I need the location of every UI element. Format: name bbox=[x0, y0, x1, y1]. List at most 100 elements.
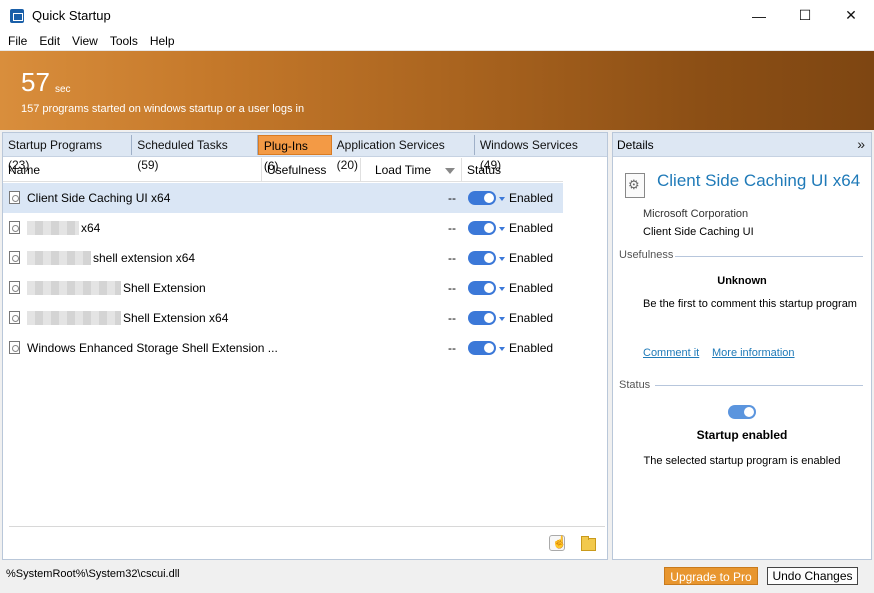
row-load-time: -- bbox=[448, 251, 456, 265]
row-status: Enabled bbox=[509, 221, 554, 235]
redacted-text bbox=[27, 251, 91, 265]
toggle-dropdown-icon[interactable] bbox=[499, 227, 505, 231]
redacted-text bbox=[27, 221, 79, 235]
tab-application-services[interactable]: Application Services (20) bbox=[332, 134, 475, 172]
usefulness-hint: Be the first to comment this startup pro… bbox=[643, 298, 857, 310]
section-divider bbox=[655, 385, 863, 386]
table-header: Name Usefulness Load Time Status bbox=[3, 158, 563, 182]
menu-edit[interactable]: Edit bbox=[33, 34, 66, 48]
toggle-dropdown-icon[interactable] bbox=[499, 317, 505, 321]
section-divider bbox=[675, 256, 863, 257]
window-title: Quick Startup bbox=[32, 8, 111, 23]
startup-seconds-unit: sec bbox=[55, 84, 71, 95]
table-row[interactable]: shell extension x64 -- Enabled bbox=[3, 243, 563, 273]
panel-divider bbox=[9, 526, 605, 527]
column-header-usefulness[interactable]: Usefulness bbox=[262, 158, 361, 182]
row-name-wrapper: shell extension x64 bbox=[27, 251, 195, 265]
sort-descending-icon bbox=[445, 168, 455, 174]
toggle-dropdown-icon[interactable] bbox=[499, 197, 505, 201]
table-row[interactable]: Shell Extension x64 -- Enabled bbox=[3, 303, 563, 333]
maximize-button[interactable]: ☐ bbox=[782, 0, 828, 31]
detail-program-name: Client Side Caching UI x64 bbox=[657, 171, 861, 190]
category-tabs: Startup Programs (23) Scheduled Tasks (5… bbox=[3, 133, 607, 173]
plugin-file-icon bbox=[9, 311, 20, 324]
redacted-text bbox=[27, 311, 121, 325]
details-panel: Details » Client Side Caching UI x64 Mic… bbox=[612, 132, 872, 560]
enable-toggle[interactable] bbox=[468, 251, 496, 265]
programs-panel: Startup Programs (23) Scheduled Tasks (5… bbox=[2, 132, 608, 560]
enable-toggle[interactable] bbox=[468, 221, 496, 235]
toggle-dropdown-icon[interactable] bbox=[499, 257, 505, 261]
row-name: Shell Extension x64 bbox=[123, 311, 229, 325]
banner-description: 157 programs started on windows startup … bbox=[21, 103, 305, 115]
plugin-list: Client Side Caching UI x64 -- Enabled x6… bbox=[3, 183, 563, 363]
row-status: Enabled bbox=[509, 341, 554, 355]
detail-description: Client Side Caching UI bbox=[643, 226, 754, 238]
tab-scheduled-tasks[interactable]: Scheduled Tasks (59) bbox=[132, 134, 258, 172]
tab-startup-programs[interactable]: Startup Programs (23) bbox=[3, 134, 133, 172]
plugin-file-icon bbox=[9, 281, 20, 294]
plugin-file-icon bbox=[9, 221, 20, 234]
row-name: Client Side Caching UI x64 bbox=[27, 191, 171, 205]
menu-help[interactable]: Help bbox=[144, 34, 181, 48]
row-load-time: -- bbox=[448, 341, 456, 355]
row-name: Windows Enhanced Storage Shell Extension… bbox=[27, 341, 278, 355]
startup-toggle[interactable] bbox=[728, 405, 756, 419]
row-load-time: -- bbox=[448, 191, 456, 205]
usefulness-value: Unknown bbox=[717, 275, 767, 287]
startup-seconds: 57 bbox=[21, 67, 50, 97]
row-name-wrapper: x64 bbox=[27, 221, 100, 235]
app-icon bbox=[10, 8, 24, 23]
usefulness-section-label: Usefulness bbox=[619, 249, 674, 261]
enable-toggle[interactable] bbox=[468, 281, 496, 295]
row-status: Enabled bbox=[509, 191, 554, 205]
plugin-settings-icon bbox=[625, 173, 645, 198]
plugin-file-icon bbox=[9, 251, 20, 264]
row-status: Enabled bbox=[509, 251, 554, 265]
table-row[interactable]: x64 -- Enabled bbox=[3, 213, 563, 243]
folder-icon[interactable] bbox=[580, 535, 596, 551]
enable-toggle[interactable] bbox=[468, 341, 496, 355]
toggle-dropdown-icon[interactable] bbox=[499, 287, 505, 291]
column-header-load-time-label: Load Time bbox=[374, 163, 431, 177]
menu-file[interactable]: File bbox=[2, 34, 33, 48]
menu-tools[interactable]: Tools bbox=[104, 34, 144, 48]
startup-time-banner: 57 sec 157 programs started on windows s… bbox=[0, 51, 874, 130]
enable-toggle[interactable] bbox=[468, 191, 496, 205]
table-row[interactable]: Windows Enhanced Storage Shell Extension… bbox=[3, 333, 563, 363]
row-name-wrapper: Shell Extension x64 bbox=[27, 311, 228, 325]
comment-link[interactable]: Comment it bbox=[643, 347, 699, 359]
hand-pointer-icon[interactable] bbox=[549, 535, 567, 551]
column-header-name[interactable]: Name bbox=[3, 158, 262, 182]
row-status: Enabled bbox=[509, 311, 554, 325]
row-name: Shell Extension bbox=[123, 281, 206, 295]
row-load-time: -- bbox=[448, 311, 456, 325]
row-status: Enabled bbox=[509, 281, 554, 295]
table-row[interactable]: Shell Extension -- Enabled bbox=[3, 273, 563, 303]
row-name: x64 bbox=[81, 221, 101, 235]
file-path: %SystemRoot%\System32\cscui.dll bbox=[6, 568, 180, 580]
plugin-file-icon bbox=[9, 341, 20, 354]
more-information-link[interactable]: More information bbox=[712, 347, 795, 359]
tab-windows-services[interactable]: Windows Services (49) bbox=[475, 135, 607, 172]
tab-plug-ins[interactable]: Plug-Ins (6) bbox=[257, 134, 332, 173]
row-name-wrapper: Shell Extension bbox=[27, 281, 206, 295]
table-row[interactable]: Client Side Caching UI x64 -- Enabled bbox=[3, 183, 563, 213]
expand-icon[interactable]: » bbox=[857, 136, 865, 152]
detail-company: Microsoft Corporation bbox=[643, 208, 749, 220]
column-header-status[interactable]: Status bbox=[462, 158, 563, 182]
row-load-time: -- bbox=[448, 281, 456, 295]
toggle-dropdown-icon[interactable] bbox=[499, 347, 505, 351]
details-header: Details » bbox=[613, 133, 871, 157]
title-bar: Quick Startup — ☐ ✕ bbox=[0, 0, 874, 31]
undo-changes-button[interactable]: Undo Changes bbox=[767, 567, 858, 585]
upgrade-to-pro-button[interactable]: Upgrade to Pro bbox=[664, 567, 758, 585]
row-load-time: -- bbox=[448, 221, 456, 235]
window-controls: — ☐ ✕ bbox=[736, 0, 874, 31]
menu-view[interactable]: View bbox=[66, 34, 104, 48]
enable-toggle[interactable] bbox=[468, 311, 496, 325]
close-button[interactable]: ✕ bbox=[828, 0, 874, 31]
minimize-button[interactable]: — bbox=[736, 0, 782, 31]
menu-bar: File Edit View Tools Help bbox=[0, 31, 874, 51]
column-header-load-time[interactable]: Load Time bbox=[361, 158, 462, 182]
